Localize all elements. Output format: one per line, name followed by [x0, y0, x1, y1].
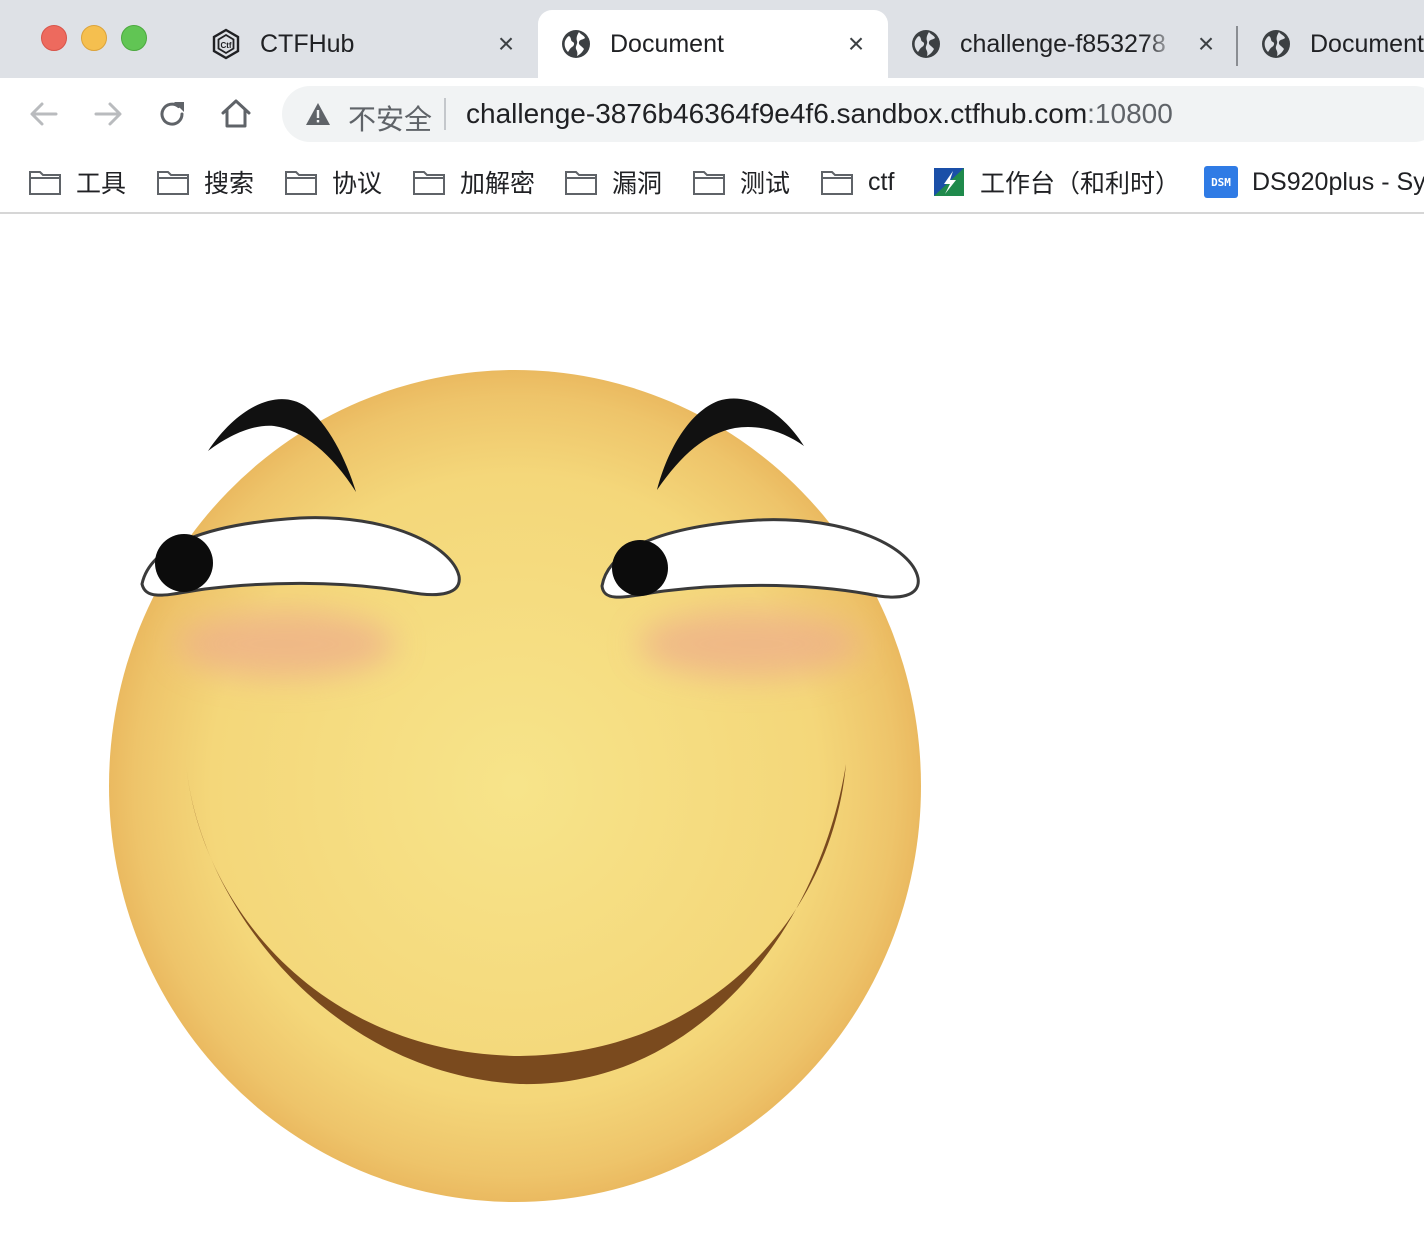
arrow-right-icon[interactable]	[90, 96, 126, 132]
tab-document-active[interactable]: Document ×	[538, 10, 888, 78]
ctfhub-logo-icon: Ctf	[212, 28, 240, 60]
left-blush	[175, 610, 395, 678]
bookmark-folder-test[interactable]: 测试	[692, 162, 790, 202]
bookmark-folder-search[interactable]: 搜索	[156, 162, 254, 202]
folder-icon	[157, 171, 189, 195]
bookmark-dsm[interactable]: DSM DS920plus - Sy	[1204, 162, 1424, 202]
close-icon[interactable]: ×	[492, 30, 520, 58]
reload-icon[interactable]	[154, 96, 190, 132]
folder-icon	[285, 171, 317, 195]
arrow-left-icon[interactable]	[26, 96, 62, 132]
dsm-icon: DSM	[1204, 166, 1238, 198]
bookmark-label: ctf	[868, 167, 895, 196]
page-content	[0, 216, 1424, 1254]
tab-challenge[interactable]: challenge-f853278 ×	[888, 10, 1234, 78]
tab-ctfhub[interactable]: Ctf CTFHub ×	[188, 10, 534, 78]
tab-title: CTFHub	[260, 30, 355, 58]
globe-icon	[562, 30, 590, 58]
svg-text:Ctf: Ctf	[220, 41, 231, 50]
globe-icon	[912, 30, 940, 58]
bookmark-folder-crypto[interactable]: 加解密	[412, 162, 535, 202]
bookmark-folder-vuln[interactable]: 漏洞	[564, 162, 662, 202]
bookmark-label: 工作台（和利时）	[980, 170, 1181, 198]
security-status-label[interactable]: 不安全	[348, 98, 432, 138]
tab-strip: Ctf CTFHub × Document × challenge-f85327…	[0, 0, 1424, 78]
bookmark-folder-tools[interactable]: 工具	[28, 162, 126, 202]
url-host: challenge-3876b46364f9e4f6.sandbox.ctfhu…	[466, 98, 1088, 129]
bookmark-label: 工具	[76, 170, 127, 198]
workbench-logo-icon	[934, 168, 964, 196]
bookmark-workbench[interactable]: 工作台（和利时）	[932, 162, 1180, 202]
home-icon[interactable]	[218, 96, 254, 132]
close-icon[interactable]: ×	[842, 30, 870, 58]
left-pupil	[155, 534, 213, 592]
window-maximize-button[interactable]	[121, 25, 147, 51]
bookmark-label: DS920plus - Sy	[1252, 167, 1424, 196]
tab-title: Document	[610, 30, 724, 58]
right-blush	[638, 610, 862, 678]
address-bar[interactable]: 不安全 challenge-3876b46364f9e4f6.sandbox.c…	[282, 86, 1424, 142]
smiling-emoji-image	[109, 370, 921, 1202]
folder-icon	[29, 171, 61, 195]
omnibox-divider	[444, 98, 446, 130]
bookmark-label: 协议	[332, 170, 383, 198]
folder-icon	[413, 171, 445, 195]
folder-icon	[821, 171, 853, 195]
tab-title: challenge-f853278	[960, 30, 1166, 58]
folder-icon	[693, 171, 725, 195]
window-close-button[interactable]	[41, 25, 67, 51]
bookmark-label: 测试	[740, 170, 791, 198]
bookmark-label: 漏洞	[612, 170, 663, 198]
bookmark-folder-ctf[interactable]: ctf	[820, 162, 894, 202]
warning-icon[interactable]	[304, 100, 332, 128]
bookmark-folder-protocol[interactable]: 协议	[284, 162, 382, 202]
folder-icon	[565, 171, 597, 195]
window-minimize-button[interactable]	[81, 25, 107, 51]
bookmarks-bar: 工具 搜索 协议 加解密 漏洞 测试 ctf 工作台（和利时） DSM DS92…	[0, 150, 1424, 214]
tab-title: Document	[1310, 30, 1424, 58]
close-icon[interactable]: ×	[1192, 30, 1220, 58]
url-text[interactable]: challenge-3876b46364f9e4f6.sandbox.ctfhu…	[466, 98, 1173, 130]
globe-icon	[1262, 30, 1290, 58]
toolbar: 不安全 challenge-3876b46364f9e4f6.sandbox.c…	[0, 78, 1424, 150]
right-pupil	[612, 540, 668, 596]
url-port: :10800	[1087, 98, 1173, 129]
bookmark-label: 加解密	[460, 170, 536, 198]
bookmark-label: 搜索	[204, 170, 255, 198]
tab-document[interactable]: Document	[1238, 10, 1424, 78]
